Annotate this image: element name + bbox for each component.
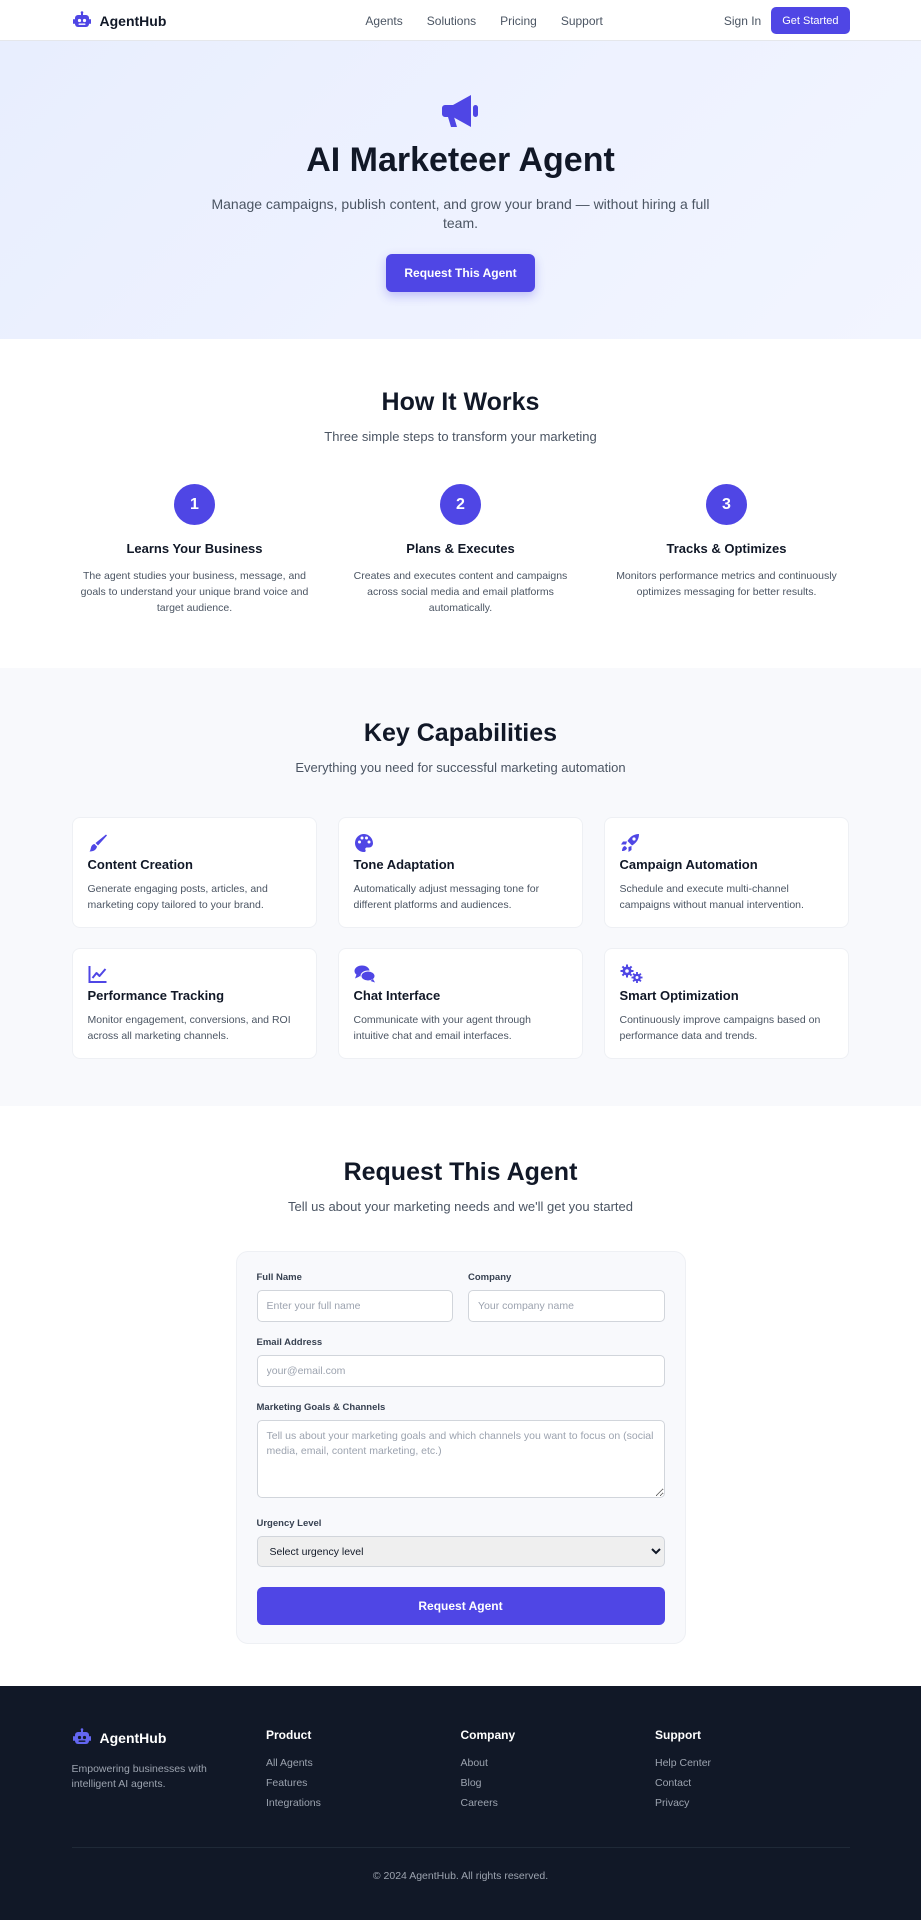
step-description: Monitors performance metrics and continu…: [616, 570, 837, 598]
capability-description: Monitor engagement, conversions, and ROI…: [87, 1014, 291, 1042]
capability-card: Chat Interface Communicate with your age…: [337, 948, 583, 1059]
footer-link-contact[interactable]: Contact: [655, 1777, 850, 1789]
nav-links: Agents Solutions Pricing Support: [365, 14, 602, 28]
request-agent-hero-button[interactable]: Request This Agent: [386, 254, 535, 292]
capability-title: Chat Interface: [353, 988, 441, 1003]
request-agent-submit-button[interactable]: Request Agent: [256, 1587, 665, 1625]
company-label: Company: [468, 1272, 512, 1283]
robot-icon: [72, 1728, 92, 1748]
capability-card: Performance Tracking Monitor engagement,…: [71, 948, 317, 1059]
capability-title: Smart Optimization: [619, 988, 739, 1003]
footer-link-all-agents[interactable]: All Agents: [266, 1757, 461, 1769]
step-item: 1 Learns Your Business The agent studies…: [72, 484, 318, 616]
capability-title: Content Creation: [87, 857, 193, 872]
request-title: Request This Agent: [343, 1158, 578, 1186]
capability-card: Smart Optimization Continuously improve …: [603, 948, 849, 1059]
footer-link-about[interactable]: About: [461, 1757, 656, 1769]
get-started-button[interactable]: Get Started: [771, 7, 850, 34]
nav-link-pricing[interactable]: Pricing: [500, 14, 537, 28]
how-it-works-section: How It Works Three simple steps to trans…: [0, 339, 921, 668]
copyright-text: © 2024 AgentHub. All rights reserved.: [372, 1870, 549, 1882]
company-input[interactable]: [468, 1290, 665, 1322]
footer-brand-name: AgentHub: [99, 1730, 167, 1746]
brand-name: AgentHub: [99, 12, 167, 29]
email-label: Email Address: [256, 1337, 323, 1348]
full-name-label: Full Name: [256, 1272, 302, 1283]
hero-subtitle: Manage campaigns, publish content, and g…: [211, 196, 710, 231]
step-number-badge: 3: [706, 484, 747, 525]
how-it-works-subtitle: Three simple steps to transform your mar…: [324, 429, 597, 444]
hero-section: AI Marketeer Agent Manage campaigns, pub…: [0, 41, 921, 339]
capability-description: Generate engaging posts, articles, and m…: [87, 883, 268, 911]
footer-link-blog[interactable]: Blog: [461, 1777, 656, 1789]
request-agent-section: Request This Agent Tell us about your ma…: [0, 1106, 921, 1686]
step-title: Plans & Executes: [406, 541, 515, 556]
footer-column-title: Support: [655, 1728, 701, 1742]
steps-list: 1 Learns Your Business The agent studies…: [72, 484, 850, 616]
footer-column-title: Company: [460, 1728, 516, 1742]
capability-title: Campaign Automation: [619, 857, 758, 872]
capability-description: Automatically adjust messaging tone for …: [353, 883, 540, 911]
footer-link-help-center[interactable]: Help Center: [655, 1757, 850, 1769]
marketing-goals-label: Marketing Goals & Channels: [256, 1402, 386, 1413]
capability-card: Content Creation Generate engaging posts…: [71, 817, 317, 928]
capability-description: Continuously improve campaigns based on …: [619, 1014, 821, 1042]
nav-actions: Sign In Get Started: [724, 7, 850, 34]
sign-in-link[interactable]: Sign In: [724, 14, 761, 28]
footer-tagline: Empowering businesses with intelligent A…: [71, 1763, 207, 1790]
step-number-badge: 1: [174, 484, 215, 525]
nav-link-solutions[interactable]: Solutions: [427, 14, 476, 28]
capability-title: Tone Adaptation: [353, 857, 455, 872]
footer-link-privacy[interactable]: Privacy: [655, 1797, 850, 1809]
email-input[interactable]: [256, 1355, 665, 1387]
capability-title: Performance Tracking: [87, 988, 225, 1003]
capabilities-subtitle: Everything you need for successful marke…: [295, 760, 626, 775]
footer-column-title: Product: [266, 1728, 312, 1742]
site-footer: AgentHub Empowering businesses with inte…: [0, 1686, 921, 1920]
top-navigation: AgentHub Agents Solutions Pricing Suppor…: [0, 0, 921, 41]
capability-card: Tone Adaptation Automatically adjust mes…: [337, 817, 583, 928]
chat-bubbles-icon: [354, 964, 375, 984]
footer-brand-logo[interactable]: AgentHub: [72, 1728, 267, 1748]
paintbrush-icon: [88, 833, 108, 853]
request-subtitle: Tell us about your marketing needs and w…: [287, 1199, 633, 1214]
capability-description: Communicate with your agent through intu…: [353, 1014, 531, 1042]
palette-icon: [354, 833, 374, 853]
how-it-works-title: How It Works: [381, 388, 540, 416]
step-item: 3 Tracks & Optimizes Monitors performanc…: [604, 484, 850, 616]
step-description: The agent studies your business, message…: [80, 570, 309, 614]
page-title: AI Marketeer Agent: [306, 141, 615, 179]
brand-logo[interactable]: AgentHub: [72, 10, 167, 31]
footer-column-company: Company About Blog Careers: [461, 1728, 656, 1817]
step-description: Creates and executes content and campaig…: [353, 570, 568, 614]
footer-link-careers[interactable]: Careers: [461, 1797, 656, 1809]
urgency-level-select[interactable]: Select urgency level: [256, 1536, 665, 1567]
nav-link-support[interactable]: Support: [561, 14, 603, 28]
capabilities-grid: Content Creation Generate engaging posts…: [71, 817, 850, 1059]
step-number-badge: 2: [440, 484, 481, 525]
chart-line-icon: [88, 964, 108, 984]
step-item: 2 Plans & Executes Creates and executes …: [338, 484, 584, 616]
step-title: Tracks & Optimizes: [666, 541, 787, 556]
megaphone-icon: [441, 91, 481, 131]
capabilities-title: Key Capabilities: [363, 719, 558, 747]
request-agent-form: Full Name Company Email Address Marketin…: [235, 1251, 686, 1644]
urgency-level-label: Urgency Level: [256, 1518, 322, 1529]
robot-icon: [72, 10, 92, 31]
footer-link-integrations[interactable]: Integrations: [266, 1797, 461, 1809]
footer-brand-column: AgentHub Empowering businesses with inte…: [72, 1728, 267, 1817]
rocket-icon: [620, 833, 640, 853]
full-name-input[interactable]: [256, 1290, 453, 1322]
marketing-goals-textarea[interactable]: [256, 1420, 665, 1498]
nav-link-agents[interactable]: Agents: [365, 14, 402, 28]
gears-icon: [620, 964, 642, 984]
footer-column-product: Product All Agents Features Integrations: [266, 1728, 461, 1817]
step-title: Learns Your Business: [126, 541, 263, 556]
capabilities-section: Key Capabilities Everything you need for…: [0, 668, 921, 1106]
footer-column-support: Support Help Center Contact Privacy: [655, 1728, 850, 1817]
capability-description: Schedule and execute multi-channel campa…: [619, 883, 804, 911]
footer-divider: [71, 1847, 850, 1848]
capability-card: Campaign Automation Schedule and execute…: [603, 817, 849, 928]
footer-link-features[interactable]: Features: [266, 1777, 461, 1789]
